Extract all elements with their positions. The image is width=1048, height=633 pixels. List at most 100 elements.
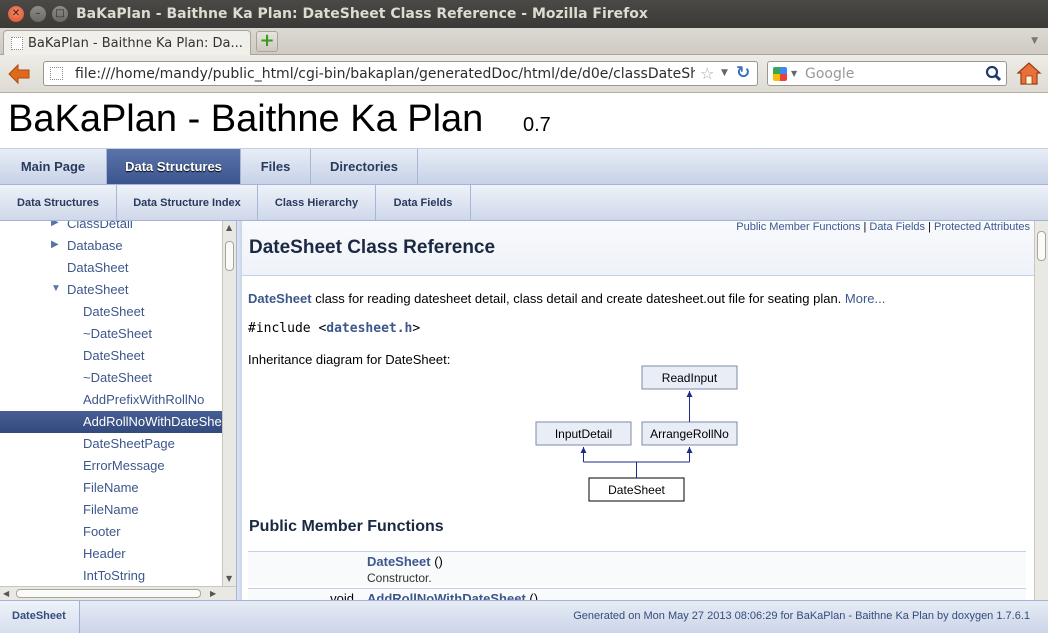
google-engine-icon[interactable] — [773, 67, 787, 81]
member-row: void AddRollNoWithDateSheet () — [248, 588, 1026, 600]
link-data-fields[interactable]: Data Fields — [869, 221, 925, 233]
member-name-link[interactable]: DateSheet () — [367, 554, 443, 569]
nav-vertical-scroll-thumb[interactable] — [225, 241, 234, 271]
nav-item-database[interactable]: ▶ Database — [0, 235, 222, 257]
minimize-icon: – — [35, 8, 41, 19]
nav-item-label: Database — [67, 238, 123, 253]
header-title-area: Public Member Functions | Data Fields | … — [242, 221, 1034, 276]
nav-item-label: DateSheet — [83, 348, 145, 363]
bookmark-star-icon[interactable]: ☆ — [700, 64, 714, 83]
class-brief-description: DateSheet class for reading datesheet de… — [248, 291, 885, 306]
url-text[interactable]: file:///home/mandy/public_html/cgi-bin/b… — [75, 66, 695, 82]
include-prefix: #include < — [248, 321, 327, 336]
nav-item-member[interactable]: ErrorMessage — [0, 455, 222, 477]
nav-horizontal-scroll-thumb[interactable] — [16, 589, 201, 598]
search-bar[interactable]: ▼ Google — [767, 61, 1007, 86]
link-protected-attributes[interactable]: Protected Attributes — [934, 221, 1030, 233]
url-history-dropdown-icon[interactable]: ▼ — [721, 68, 728, 78]
breadcrumb[interactable]: DateSheet — [0, 601, 80, 633]
member-name-link[interactable]: AddRollNoWithDateSheet () — [367, 591, 538, 600]
back-arrow-icon — [8, 63, 30, 85]
browser-tab[interactable]: BaKaPlan - Baithne Ka Plan: Da... — [3, 30, 251, 55]
member-description: Constructor. — [367, 571, 432, 585]
breadcrumb-item[interactable]: DateSheet — [12, 610, 66, 622]
nav-item-member[interactable]: DateSheetPage — [0, 433, 222, 455]
browser-tabstrip: BaKaPlan - Baithne Ka Plan: Da... + ▼ — [0, 28, 1048, 55]
back-button[interactable] — [6, 61, 32, 87]
search-input[interactable]: Google — [805, 66, 854, 82]
subtab-data-fields[interactable]: Data Fields — [376, 185, 471, 220]
diagram-node-inputdetail[interactable]: InputDetail — [535, 421, 632, 446]
tab-data-structures[interactable]: Data Structures — [107, 149, 241, 184]
nav-item-label: ~DateSheet — [83, 370, 153, 385]
nav-item-label: IntToString — [83, 568, 146, 583]
new-tab-button[interactable]: + — [256, 31, 278, 52]
content-scroll-thumb[interactable] — [1037, 231, 1046, 261]
nav-item-datesheet-class[interactable]: ▼ DateSheet — [0, 279, 222, 301]
expand-arrow-icon[interactable]: ▶ — [51, 221, 59, 228]
member-params: () — [430, 554, 443, 569]
member-name[interactable]: DateSheet — [367, 554, 431, 569]
member-name[interactable]: AddRollNoWithDateSheet — [367, 591, 526, 600]
nav-path-footer: DateSheet Generated on Mon May 27 2013 0… — [0, 600, 1048, 633]
nav-tree-list: ▶ ClassDetail ▶ Database DataSheet ▼ Dat… — [0, 221, 222, 586]
content-vertical-scrollbar[interactable] — [1034, 221, 1048, 600]
nav-item-member[interactable]: DateSheet — [0, 301, 222, 323]
scroll-up-icon[interactable]: ▲ — [226, 223, 232, 232]
diagram-label-inputdetail: InputDetail — [555, 427, 612, 441]
browser-tab-title: BaKaPlan - Baithne Ka Plan: Da... — [28, 36, 243, 51]
home-icon[interactable] — [1015, 59, 1043, 87]
nav-item-member[interactable]: ~DateSheet — [0, 323, 222, 345]
nav-item-classdetail[interactable]: ▶ ClassDetail — [0, 221, 222, 235]
nav-vertical-scrollbar[interactable]: ▲ ▼ — [222, 221, 236, 586]
tab-files[interactable]: Files — [241, 149, 311, 184]
nav-item-member[interactable]: Header — [0, 543, 222, 565]
nav-item-member-selected[interactable]: AddRollNoWithDateSheet — [0, 411, 222, 433]
collapse-arrow-icon[interactable]: ▼ — [51, 283, 61, 294]
nav-item-member[interactable]: AddPrefixWithRollNo — [0, 389, 222, 411]
nav-item-member[interactable]: IntToString — [0, 565, 222, 586]
include-file-link[interactable]: datesheet.h — [326, 321, 412, 336]
diagram-node-datesheet: DateSheet — [588, 477, 685, 502]
nav-item-member[interactable]: FileName — [0, 477, 222, 499]
page-favicon-icon — [11, 37, 23, 50]
expand-arrow-icon[interactable]: ▶ — [51, 239, 59, 250]
nav-item-member[interactable]: ~DateSheet — [0, 367, 222, 389]
tab-list-dropdown-icon[interactable]: ▼ — [1031, 36, 1038, 46]
scroll-left-icon[interactable]: ◀ — [3, 589, 9, 598]
url-bar[interactable]: file:///home/mandy/public_html/cgi-bin/b… — [43, 61, 758, 86]
diagram-node-readinput[interactable]: ReadInput — [641, 365, 738, 390]
more-link[interactable]: More... — [845, 291, 885, 306]
tab-directories[interactable]: Directories — [311, 149, 418, 184]
link-public-member-functions[interactable]: Public Member Functions — [736, 221, 860, 233]
nav-item-label: ~DateSheet — [83, 326, 153, 341]
class-reference-content: Public Member Functions | Data Fields | … — [242, 221, 1034, 600]
window-minimize-button[interactable]: – — [30, 6, 46, 22]
nav-item-label: ErrorMessage — [83, 458, 165, 473]
nav-horizontal-scrollbar[interactable]: ◀ ▶ — [0, 586, 236, 600]
subtab-class-hierarchy[interactable]: Class Hierarchy — [258, 185, 376, 220]
nav-item-member[interactable]: FileName — [0, 499, 222, 521]
scroll-right-icon[interactable]: ▶ — [210, 589, 216, 598]
subtab-data-structure-index[interactable]: Data Structure Index — [117, 185, 258, 220]
diagram-node-arrangerollno[interactable]: ArrangeRollNo — [641, 421, 738, 446]
scroll-down-icon[interactable]: ▼ — [226, 574, 232, 583]
tab-main-page[interactable]: Main Page — [0, 149, 107, 184]
subtab-data-structures[interactable]: Data Structures — [0, 185, 117, 220]
nav-item-datasheet[interactable]: DataSheet — [0, 257, 222, 279]
summary-links: Public Member Functions | Data Fields | … — [736, 221, 1030, 233]
nav-item-member[interactable]: DateSheet — [0, 345, 222, 367]
brief-text: class for reading datesheet detail, clas… — [311, 291, 845, 306]
project-header: BaKaPlan - Baithne Ka Plan 0.7 — [0, 94, 1048, 149]
diagram-label-readinput: ReadInput — [662, 371, 718, 385]
window-close-button[interactable]: ✕ — [8, 6, 24, 22]
engine-dropdown-icon[interactable]: ▼ — [791, 69, 797, 78]
window-maximize-button[interactable]: □ — [52, 6, 68, 22]
nav-item-member[interactable]: Footer — [0, 521, 222, 543]
brief-class-link[interactable]: DateSheet — [248, 291, 312, 306]
diagram-label-datesheet: DateSheet — [608, 483, 665, 497]
diagram-label-arrangerollno: ArrangeRollNo — [650, 427, 729, 441]
reload-icon[interactable]: ↻ — [736, 63, 750, 83]
search-icon[interactable] — [985, 65, 1002, 82]
site-identity-icon[interactable] — [50, 67, 63, 80]
